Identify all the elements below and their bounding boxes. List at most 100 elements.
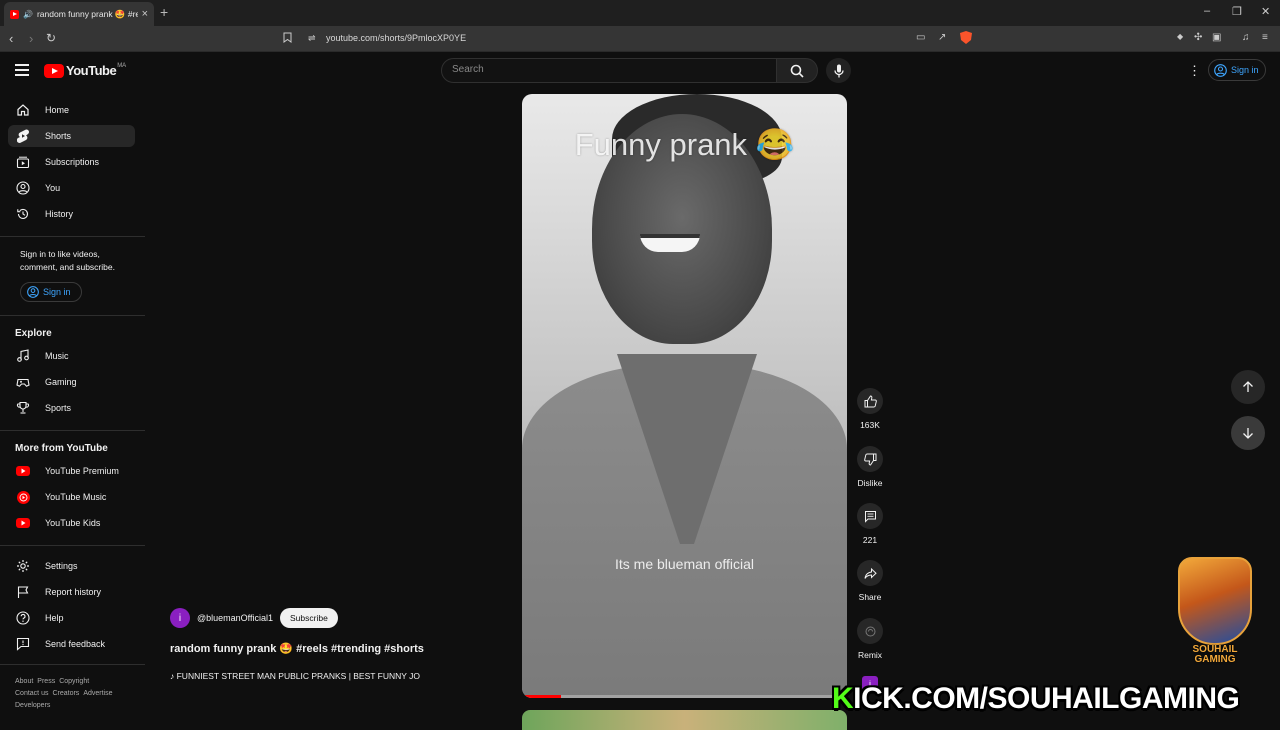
search-box[interactable]: [441, 58, 777, 83]
channel-name[interactable]: @bluemanOfficial1: [197, 613, 273, 623]
search-input[interactable]: [452, 64, 752, 75]
video-caption: Funny prank 😂: [574, 127, 795, 162]
footer-link[interactable]: Advertise: [83, 690, 112, 697]
sidebar-icon[interactable]: ▣: [1212, 32, 1221, 43]
footer-link[interactable]: Creators: [52, 690, 79, 697]
share-icon[interactable]: ↗: [938, 32, 946, 43]
footer-link[interactable]: About: [15, 678, 33, 685]
site-info-icon[interactable]: ⇌: [308, 33, 316, 44]
voice-search-button[interactable]: [826, 58, 851, 83]
sidebar-item-music[interactable]: Music: [8, 345, 135, 367]
hamburger-menu-icon[interactable]: [15, 64, 29, 79]
youtube-kids-icon: [16, 516, 30, 530]
thumbs-down-icon: [863, 453, 876, 466]
minimize-icon[interactable]: –: [1204, 5, 1210, 17]
sidebar-item-youtube-music[interactable]: YouTube Music: [8, 486, 135, 508]
home-icon: [16, 103, 30, 117]
close-tab-icon[interactable]: ×: [142, 8, 148, 20]
sidebar-item-send-feedback[interactable]: Send feedback: [8, 633, 135, 655]
extensions-icon[interactable]: ✣: [1194, 32, 1202, 43]
reload-icon[interactable]: ↻: [46, 31, 56, 45]
remix-button[interactable]: Remix: [857, 618, 883, 660]
divider: [0, 664, 145, 665]
share-button[interactable]: Share: [857, 560, 883, 602]
new-tab-icon[interactable]: +: [160, 4, 168, 20]
media-icon[interactable]: ♫: [1242, 32, 1250, 43]
youtube-music-icon: [16, 490, 30, 504]
footer-link[interactable]: Contact us: [15, 690, 48, 697]
like-count: 163K: [860, 420, 880, 430]
channel-row: i @bluemanOfficial1 Subscribe: [170, 608, 338, 628]
sidebar-sign-in-button[interactable]: Sign in: [20, 282, 82, 302]
sidebar-item-shorts[interactable]: Shorts: [8, 125, 135, 147]
share-arrow-icon: [864, 567, 877, 579]
brave-shield-icon[interactable]: [960, 31, 972, 47]
comment-icon: [864, 510, 876, 523]
footer-link[interactable]: Copyright: [59, 678, 89, 685]
browser-tab[interactable]: 🔊 random funny prank 🤩 #reels ×: [4, 2, 154, 26]
address-bar[interactable]: ⇌ youtube.com/shorts/9PmlocXP0YE: [300, 29, 980, 49]
account-icon: [27, 286, 39, 298]
more-options-icon[interactable]: ⋮: [1188, 64, 1201, 77]
remix-icon: [865, 626, 875, 636]
back-icon[interactable]: ‹: [9, 31, 13, 46]
forward-icon[interactable]: ›: [29, 31, 33, 46]
footer-link[interactable]: Developers: [15, 702, 50, 709]
footer-links: About Press Copyright Contact us Creators Ad…: [15, 676, 140, 712]
menu-icon[interactable]: ≡: [1262, 32, 1268, 43]
previous-short-button[interactable]: [1231, 370, 1265, 404]
divider: [0, 236, 145, 237]
sign-in-label: Sign in: [1231, 65, 1259, 75]
next-short-preview[interactable]: [522, 710, 847, 730]
kick-channel-banner: KICK.COM/SOUHAILGAMING: [832, 682, 1240, 715]
browser-tab-bar: 🔊 random funny prank 🤩 #reels × + – ❐ ✕: [0, 0, 1280, 26]
video-progress-bar[interactable]: [522, 695, 847, 698]
sidebar-item-gaming[interactable]: Gaming: [8, 371, 135, 393]
comments-button[interactable]: 221: [857, 503, 883, 545]
sidebar-item-you[interactable]: You: [8, 177, 135, 199]
sidebar-item-history[interactable]: History: [8, 203, 135, 225]
sidebar-item-settings[interactable]: Settings: [8, 555, 135, 577]
microphone-icon: [833, 64, 844, 77]
sidebar-label: Report history: [45, 587, 102, 597]
subscribe-button[interactable]: Subscribe: [280, 608, 338, 628]
maximize-icon[interactable]: ❐: [1232, 5, 1242, 18]
video-sound[interactable]: ♪ FUNNIEST STREET MAN PUBLIC PRANKS | BE…: [170, 671, 450, 681]
explore-heading: Explore: [15, 328, 52, 339]
cast-icon[interactable]: ▭: [916, 32, 925, 43]
sign-in-button[interactable]: Sign in: [1208, 59, 1266, 81]
bookmark-icon[interactable]: [283, 32, 292, 46]
history-icon: [16, 207, 30, 221]
account-icon: [1214, 63, 1227, 77]
close-window-icon[interactable]: ✕: [1261, 5, 1270, 18]
footer-link[interactable]: Press: [37, 678, 55, 685]
sidebar-item-sports[interactable]: Sports: [8, 397, 135, 419]
next-short-button[interactable]: [1231, 416, 1265, 450]
url-text: youtube.com/shorts/9PmlocXP0YE: [326, 33, 467, 43]
music-icon: [16, 349, 30, 363]
video-title[interactable]: random funny prank 🤩 #reels #trending #s…: [170, 642, 424, 655]
search-button[interactable]: [776, 58, 818, 83]
youtube-logo[interactable]: YouTube MA: [44, 63, 126, 78]
sidebar-item-home[interactable]: Home: [8, 99, 135, 121]
dislike-button[interactable]: Dislike: [857, 446, 883, 488]
sidebar-label: YouTube Music: [45, 492, 107, 502]
wallet-icon[interactable]: ◆: [1177, 32, 1183, 41]
sidebar-item-youtube-kids[interactable]: YouTube Kids: [8, 512, 135, 534]
dislike-label: Dislike: [857, 478, 883, 488]
sports-icon: [16, 401, 30, 415]
sidebar-label: Shorts: [45, 131, 72, 141]
like-button[interactable]: 163K: [857, 388, 883, 430]
tab-title: random funny prank 🤩 #reels: [36, 8, 138, 19]
sidebar-item-help[interactable]: Help: [8, 607, 135, 629]
sidebar-item-youtube-premium[interactable]: YouTube Premium: [8, 460, 135, 482]
sidebar-label: Gaming: [45, 377, 77, 387]
audio-playing-icon[interactable]: 🔊: [23, 10, 33, 19]
sidebar-item-report-history[interactable]: Report history: [8, 581, 135, 603]
short-video-player[interactable]: Funny prank 😂 Its me blueman official: [522, 94, 847, 698]
sidebar-item-subscriptions[interactable]: Subscriptions: [8, 151, 135, 173]
sidebar-label: Home: [45, 105, 70, 115]
divider: [0, 430, 145, 431]
share-label: Share: [858, 592, 882, 602]
channel-avatar[interactable]: i: [170, 608, 190, 628]
